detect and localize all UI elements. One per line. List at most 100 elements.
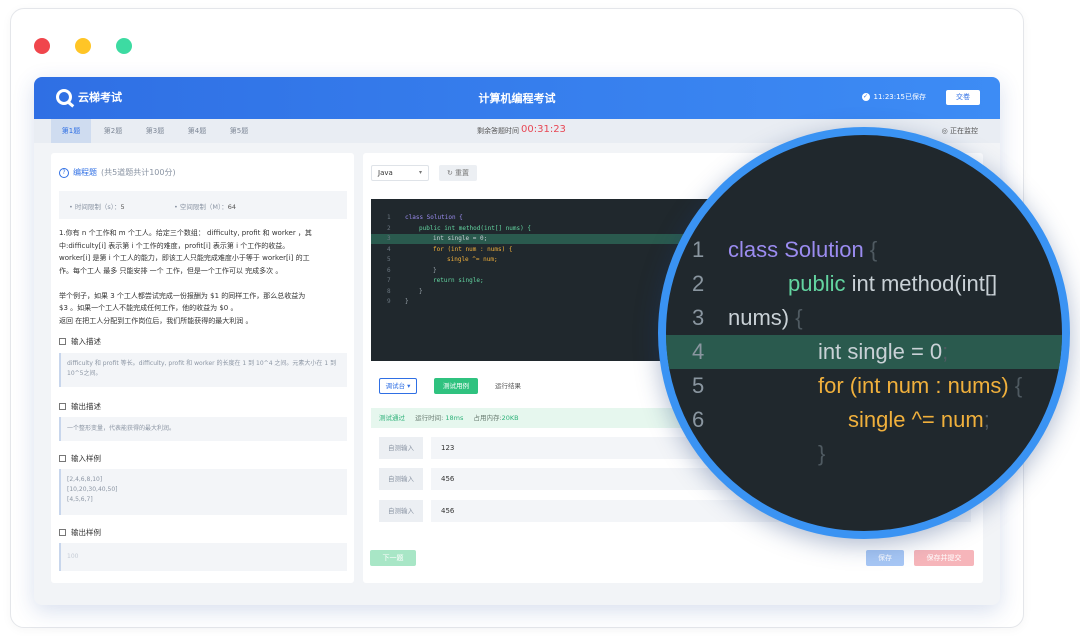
magnified-line-number: 6 <box>692 407 705 432</box>
timer-label: 剩余答题时间 <box>477 127 519 135</box>
reset-button[interactable]: ↻ 重置 <box>439 165 477 181</box>
input-sample-title: 输入样例 <box>59 453 101 464</box>
space-limit: • 空间限制（M）：64 <box>174 201 236 211</box>
code-text: public int method(int[] nums) { <box>419 224 531 232</box>
magnified-line-number: 1 <box>692 237 705 262</box>
maximize-window-dot[interactable] <box>116 38 132 54</box>
code-token: { <box>1014 373 1023 398</box>
description-line: 1.你有 n 个工作和 m 个工人。给定三个数组： difficulty, pr… <box>59 229 312 237</box>
magnified-line-number: 4 <box>692 339 705 364</box>
time-limit-value: 5 <box>120 203 125 211</box>
exam-title: 计算机编程考试 <box>478 92 556 105</box>
magnified-code-line: } <box>666 437 1062 471</box>
code-text: int single = 0; <box>433 235 488 242</box>
save-button[interactable]: 保存 <box>866 550 904 566</box>
save-status-text: 11:23:15已保存 <box>873 93 926 101</box>
magnified-code-text: } <box>818 437 825 471</box>
time-limit: • 时间限制（s）：5 <box>69 201 125 211</box>
tab-test-cases[interactable]: 测试用例 <box>434 378 478 394</box>
magnified-code-line: 2 public int method(int[] <box>666 267 1062 301</box>
code-text: } <box>419 287 423 295</box>
output-sample-title-text: 输出样例 <box>71 528 101 537</box>
description-line: 返回 在把工人分配到工作岗位后，我们所能获得的最大利润 。 <box>59 316 253 325</box>
next-question-button[interactable]: 下一题 <box>370 550 416 566</box>
debug-console-dropdown[interactable]: 调试台 ▾ <box>379 378 417 394</box>
output-desc-title-text: 输出描述 <box>71 402 101 411</box>
question-mark-icon: ? <box>59 167 69 178</box>
question-panel: ? 编程题 (共5道题共计100分) • 时间限制（s）：5 • 空间限制（M）… <box>51 153 354 583</box>
time-limit-label: • 时间限制（s）： <box>69 203 121 211</box>
code-text: return single; <box>433 277 484 284</box>
question-type-sub: (共5道题共计100分) <box>101 168 176 177</box>
test-input-label: 自测输入 <box>379 437 423 459</box>
code-token: for (int num : nums) <box>818 373 1015 398</box>
memory-label: 占用内存: <box>473 414 502 422</box>
memory-info: 占用内存:20KB <box>473 414 518 422</box>
line-number: 3 <box>387 235 391 242</box>
minimize-window-dot[interactable] <box>75 38 91 54</box>
line-number: 9 <box>387 298 391 305</box>
line-number: 2 <box>387 224 391 232</box>
description-line: 举个例子，如果 3 个工人都尝试完成一份报酬为 $1 的同样工作，那么总收益为 <box>59 291 306 300</box>
question-tab-4[interactable]: 第4题 <box>177 119 217 143</box>
section-icon <box>59 403 66 410</box>
magnified-code-text: for (int num : nums) { <box>818 369 1022 403</box>
sample-line: [2,4,6,8,10] <box>67 476 103 483</box>
code-token: int method(int[] <box>851 271 998 296</box>
line-number: 6 <box>387 266 391 274</box>
code-magnifier: 1 class Solution { 2 public int method(int[… <box>658 127 1070 539</box>
magnified-code-line: 6 single ^= num; <box>666 403 1062 437</box>
sample-line: [10,20,30,40,50] <box>67 486 118 493</box>
question-tab-3[interactable]: 第3题 <box>135 119 175 143</box>
section-icon <box>59 529 66 536</box>
question-tab-2[interactable]: 第2题 <box>93 119 133 143</box>
line-number: 4 <box>387 245 391 253</box>
top-bar: 云梯考试 计算机编程考试 ✓ 11:23:15已保存 交卷 <box>34 77 1000 119</box>
language-select[interactable]: Java ▾ <box>371 165 429 181</box>
language-value: Java <box>378 169 393 177</box>
limits-box: • 时间限制（s）：5 • 空间限制（M）：64 <box>59 191 347 219</box>
save-and-submit-button[interactable]: 保存并提交 <box>914 550 974 566</box>
magnified-line-number: 2 <box>692 271 705 296</box>
line-number: 5 <box>387 256 391 263</box>
tab-run-result[interactable]: 运行结果 <box>495 378 521 394</box>
line-number: 1 <box>387 214 391 221</box>
magnified-code-line: 3 nums) { <box>666 301 1062 335</box>
question-type-label: 编程题 <box>73 168 97 177</box>
magnified-code-text: nums) { <box>728 301 803 335</box>
magnified-code-line: 4 int single = 0; <box>666 335 1062 369</box>
pass-status: 测试通过 <box>379 414 405 422</box>
magnified-code-line: 1 class Solution { <box>666 233 1062 267</box>
submit-exam-button[interactable]: 交卷 <box>946 90 980 105</box>
space-limit-value: 64 <box>227 203 237 211</box>
close-window-dot[interactable] <box>34 38 50 54</box>
reset-label: 重置 <box>455 169 470 177</box>
input-desc-title-text: 输入描述 <box>71 337 101 346</box>
code-text: } <box>405 298 409 305</box>
code-token: { <box>869 237 878 262</box>
monitor-status-text: 正在监控 <box>950 127 978 135</box>
question-tab-1[interactable]: 第1题 <box>51 119 91 143</box>
code-token: int single = 0 <box>818 339 943 364</box>
camera-icon: ◎ <box>941 127 948 135</box>
input-desc-box: difficulty 和 profit 等长。difficulty, profi… <box>59 353 347 387</box>
question-tab-5[interactable]: 第5题 <box>219 119 259 143</box>
test-input-label: 自测输入 <box>379 468 423 490</box>
description-line <box>59 277 347 290</box>
test-input-label: 自测输入 <box>379 500 423 522</box>
description-line: worker[i] 是第 i 个工人的能力，即该工人只能完成难度小于等于 wor… <box>59 254 310 262</box>
output-desc-box: 一个整形变量，代表能获得的最大利润。 <box>59 417 347 441</box>
code-token: public <box>788 271 852 296</box>
description-line: $3 。如果一个工人不能完成任何工作，他的收益为 $0 。 <box>59 304 238 312</box>
magnified-code-text: public int method(int[] <box>788 267 997 301</box>
output-sample-title: 输出样例 <box>59 527 101 538</box>
save-status: ✓ 11:23:15已保存 <box>861 92 926 102</box>
code-token: single ^= num <box>848 407 984 432</box>
check-icon: ✓ <box>861 93 870 101</box>
countdown-timer: 00:31:23 <box>521 124 566 135</box>
input-desc-title: 输入描述 <box>59 336 101 347</box>
code-text: for (int num : nums) { <box>433 245 513 253</box>
runtime-info: 运行时间: 18ms <box>415 414 463 422</box>
line-number: 8 <box>387 287 391 295</box>
input-sample-box: [2,4,6,8,10] [10,20,30,40,50] [4,5,6,7] <box>59 469 347 515</box>
